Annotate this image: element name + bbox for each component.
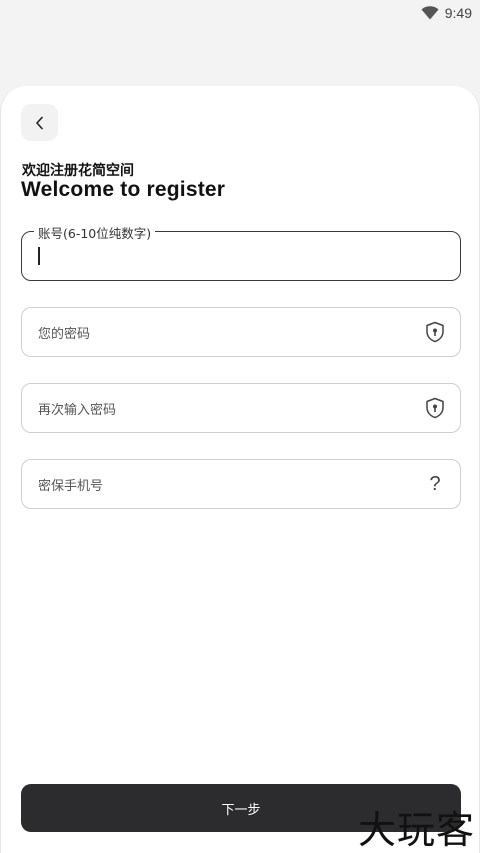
- watermark-logo: 大玩客: [357, 808, 475, 852]
- status-bar: 9:49: [0, 0, 480, 26]
- password-confirm-field[interactable]: 再次输入密码: [21, 383, 461, 433]
- text-cursor: [38, 247, 40, 265]
- status-time: 9:49: [444, 5, 472, 21]
- question-icon[interactable]: ?: [424, 472, 446, 496]
- security-phone-placeholder: 密保手机号: [38, 478, 104, 494]
- security-phone-field[interactable]: 密保手机号 ?: [21, 459, 461, 509]
- chevron-left-icon: [35, 116, 43, 129]
- account-field-label: 账号(6-10位纯数字): [34, 223, 156, 242]
- password-field[interactable]: 您的密码: [21, 307, 461, 357]
- password-field-placeholder: 您的密码: [38, 326, 91, 342]
- wifi-icon: [421, 6, 439, 20]
- page-title-en: Welcome to register: [21, 178, 226, 201]
- account-field[interactable]: 账号(6-10位纯数字): [21, 223, 461, 281]
- shield-lock-icon[interactable]: [424, 396, 446, 420]
- page-title-cn: 欢迎注册花简空间: [22, 163, 134, 179]
- shield-lock-icon[interactable]: [424, 320, 446, 344]
- password-confirm-placeholder: 再次输入密码: [38, 402, 117, 418]
- back-button[interactable]: [21, 104, 58, 141]
- register-sheet: 欢迎注册花简空间 Welcome to register 账号(6-10位纯数字…: [0, 86, 480, 853]
